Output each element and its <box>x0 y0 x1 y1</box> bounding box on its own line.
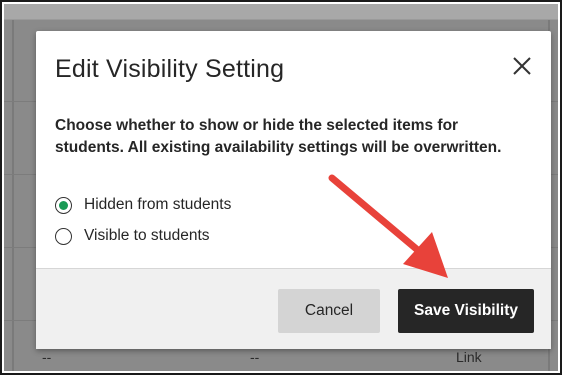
edit-visibility-dialog: Edit Visibility Setting Choose whether t… <box>36 31 551 349</box>
backdrop-header <box>4 4 558 20</box>
radio-button-selected[interactable] <box>55 196 72 214</box>
screenshot-frame: -- -- Link Edit Visibility Setting Choos… <box>0 0 562 375</box>
backdrop-left-edge <box>12 20 14 371</box>
close-button[interactable] <box>507 51 537 81</box>
backdrop-cell: Link <box>456 349 482 365</box>
radio-label: Hidden from students <box>84 196 232 213</box>
radio-visible-to-students[interactable]: Visible to students <box>55 227 210 245</box>
radio-button[interactable] <box>55 227 72 245</box>
dialog-title: Edit Visibility Setting <box>55 55 285 83</box>
cancel-button[interactable]: Cancel <box>278 289 380 333</box>
radio-selected-dot <box>59 200 68 210</box>
dialog-footer: Cancel Save Visibility <box>36 268 551 349</box>
dialog-prompt: Choose whether to show or hide the selec… <box>55 117 502 156</box>
radio-hidden-from-students[interactable]: Hidden from students <box>55 196 231 214</box>
backdrop-cell: -- <box>42 349 52 365</box>
save-visibility-button[interactable]: Save Visibility <box>398 289 534 333</box>
close-icon <box>513 57 531 75</box>
radio-label: Visible to students <box>84 227 210 244</box>
backdrop-cell: -- <box>250 349 260 365</box>
